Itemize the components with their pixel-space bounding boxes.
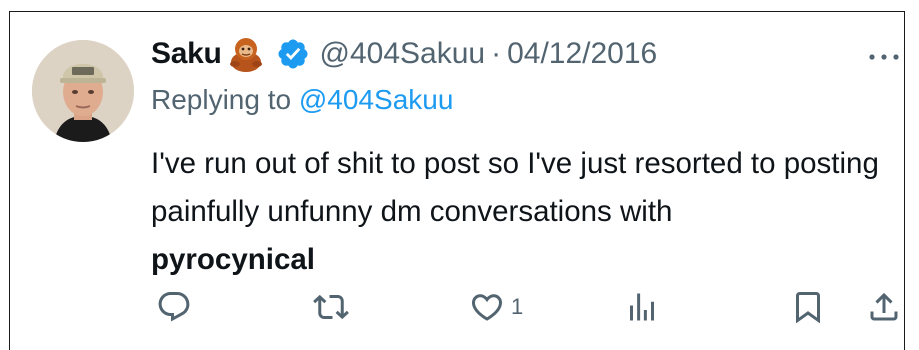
share-icon — [870, 292, 898, 321]
verified-badge-icon — [276, 37, 310, 71]
avatar[interactable] — [32, 40, 134, 142]
more-options-icon[interactable] — [866, 50, 902, 62]
like-count: 1 — [511, 294, 524, 319]
tweet-text: I've run out of shit to post so I've jus… — [151, 140, 901, 284]
replying-to-mention[interactable]: @404Sakuu — [299, 84, 454, 115]
separator-dot: · — [491, 37, 502, 70]
bold-mention: pyrocynical — [151, 243, 315, 276]
views-button[interactable] — [624, 285, 666, 329]
display-name[interactable]: Saku — [151, 37, 222, 71]
action-bar: 1 — [0, 285, 919, 329]
views-icon — [630, 293, 654, 321]
reply-button[interactable] — [156, 285, 198, 329]
tweet-date[interactable]: 04/12/2016 — [507, 37, 657, 71]
like-button[interactable]: 1 — [469, 285, 523, 329]
tweet-text-content: I've run out of shit to post so I've jus… — [151, 147, 879, 228]
replying-to-line: Replying to @404Sakuu — [151, 84, 453, 116]
orangutan-emoji-icon — [226, 34, 266, 74]
reply-icon — [158, 292, 190, 322]
bookmark-icon — [796, 292, 820, 324]
heart-icon — [471, 294, 503, 321]
share-button[interactable] — [866, 285, 902, 329]
retweet-icon — [313, 294, 349, 320]
user-handle[interactable]: @404Sakuu — [320, 37, 486, 71]
replying-prefix: Replying to — [151, 84, 292, 115]
retweet-button[interactable] — [313, 285, 355, 329]
tweet-header: Saku @404Sakuu · 04/12/2016 — [151, 32, 657, 76]
bookmark-button[interactable] — [790, 285, 826, 329]
